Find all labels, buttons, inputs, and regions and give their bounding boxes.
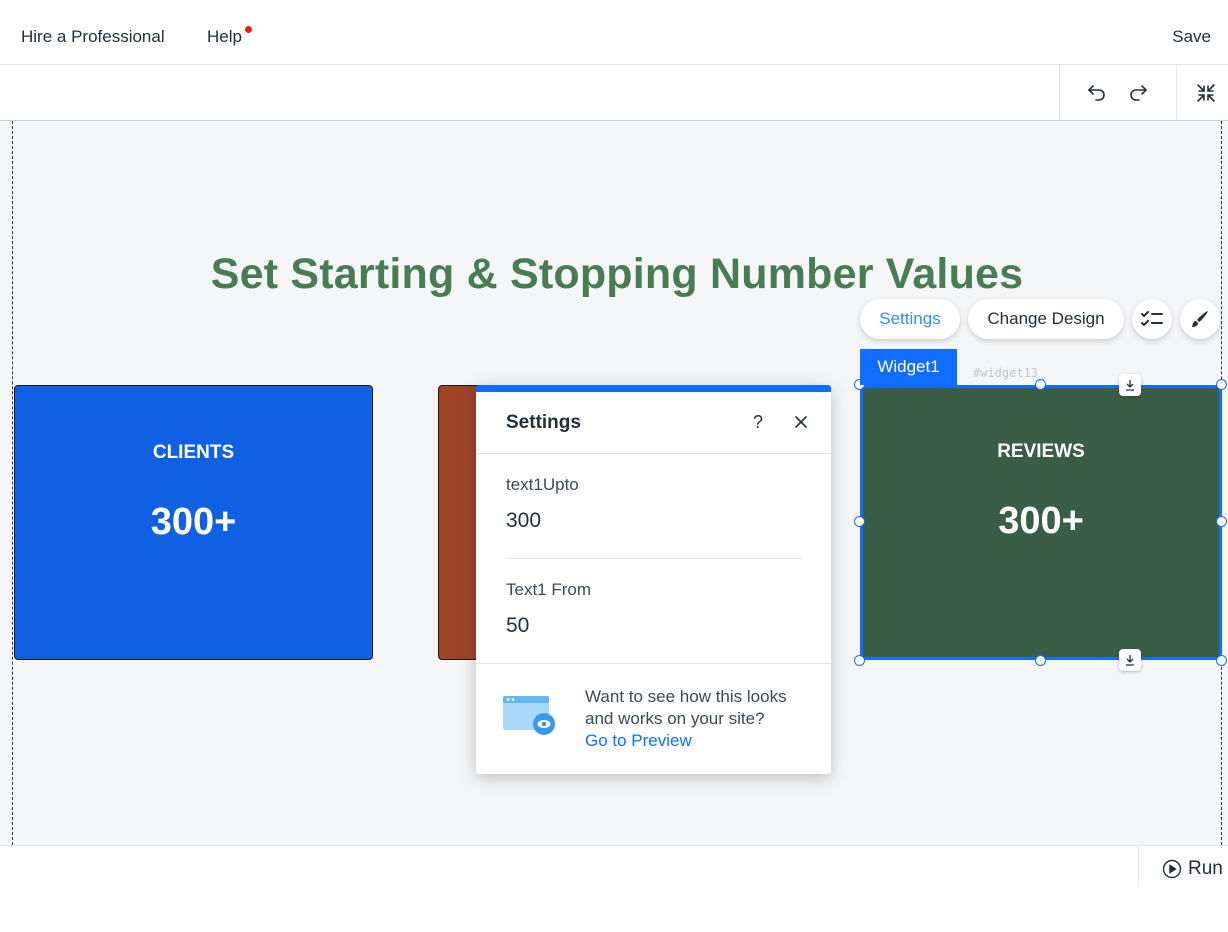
toolbar-divider (1176, 65, 1177, 120)
divider (476, 453, 831, 454)
text1-upto-input[interactable]: 300 (506, 509, 541, 533)
run-label: Run (1188, 858, 1223, 879)
run-button[interactable]: Run (1162, 858, 1223, 880)
anchor-download-icon[interactable] (1119, 374, 1141, 396)
resize-handle-bottom[interactable] (1035, 655, 1046, 666)
promo-text: Want to see how this looks and works on … (585, 687, 787, 728)
left-gridline (12, 121, 13, 845)
paintbrush-icon[interactable] (1180, 299, 1220, 339)
clients-card[interactable]: CLIENTS 300+ (14, 385, 373, 660)
resize-handle-top-right[interactable] (1216, 379, 1227, 390)
divider (506, 558, 802, 559)
resize-handle-top[interactable] (1035, 379, 1046, 390)
editor-toolbar (0, 65, 1228, 121)
toolbar-divider (1059, 65, 1060, 120)
panel-title: Settings (506, 412, 581, 433)
reviews-card[interactable]: REVIEWS 300+ (860, 385, 1222, 660)
resize-handle-right[interactable] (1216, 516, 1227, 527)
redo-icon[interactable] (1124, 79, 1152, 107)
resize-handle-bottom-right[interactable] (1216, 655, 1227, 666)
bottom-bar: Run (0, 845, 1228, 932)
resize-handle-left[interactable] (854, 516, 865, 527)
card-value: 300+ (998, 500, 1084, 542)
divider (1138, 846, 1139, 886)
resize-handle-bottom-left[interactable] (854, 655, 865, 666)
widget-name-tag[interactable]: Widget1 (860, 349, 957, 385)
text1-from-label: Text1 From (506, 580, 592, 599)
close-icon[interactable] (791, 412, 811, 432)
checklist-icon[interactable] (1132, 299, 1172, 339)
settings-button[interactable]: Settings (860, 299, 960, 339)
settings-panel: Settings ? text1Upto 300 Text1 From 50 W… (476, 385, 831, 774)
preview-illustration-icon (503, 694, 557, 741)
save-button[interactable]: Save (1172, 27, 1211, 47)
preview-promo: Want to see how this looks and works on … (585, 686, 815, 752)
card-label: REVIEWS (997, 441, 1085, 462)
editor-canvas[interactable]: Set Starting & Stopping Number Values CL… (0, 121, 1228, 845)
collapse-icon[interactable] (1192, 79, 1220, 107)
play-icon (1162, 859, 1182, 879)
hire-professional-link[interactable]: Hire a Professional (21, 27, 165, 47)
undo-icon[interactable] (1083, 79, 1111, 107)
top-bar: Hire a Professional Help Save (0, 0, 1228, 65)
text1-from-input[interactable]: 50 (506, 614, 529, 638)
card-label: CLIENTS (152, 442, 235, 463)
notification-dot (245, 26, 252, 33)
help-icon[interactable]: ? (753, 412, 763, 433)
change-design-button[interactable]: Change Design (968, 299, 1124, 339)
widget-id-label: #widget13 (973, 366, 1039, 380)
help-menu[interactable]: Help (207, 27, 242, 47)
page-title[interactable]: Set Starting & Stopping Number Values (0, 250, 1228, 299)
anchor-download-icon[interactable] (1119, 649, 1141, 671)
text1-upto-label: text1Upto (506, 475, 579, 494)
card-value: 300+ (150, 501, 237, 543)
divider (476, 663, 831, 664)
go-to-preview-link[interactable]: Go to Preview (585, 731, 692, 750)
